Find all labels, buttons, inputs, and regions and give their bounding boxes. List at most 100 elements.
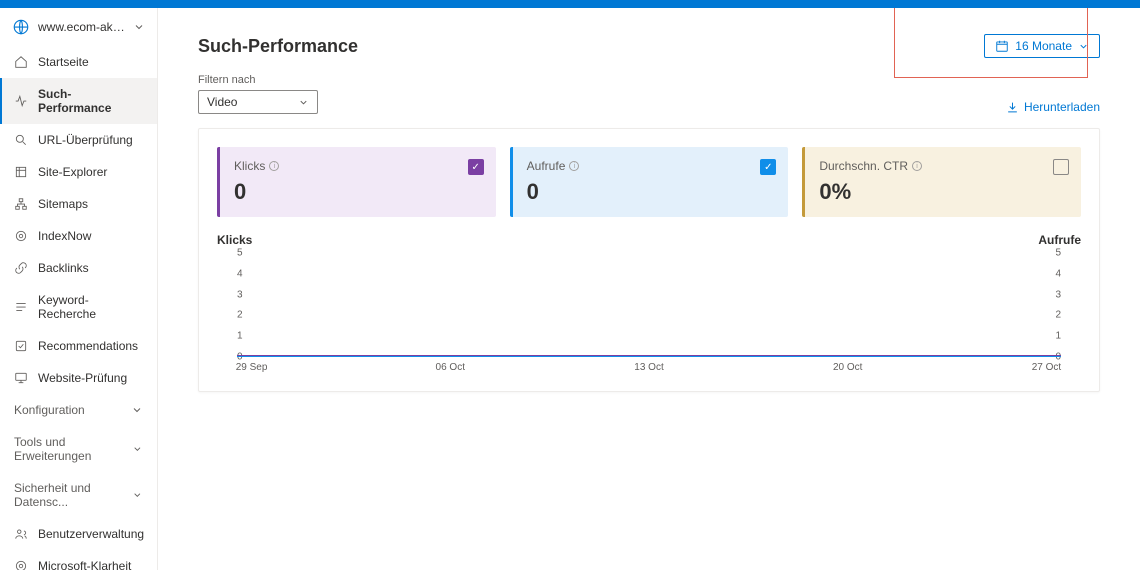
metric-label: Durchschn. CTR bbox=[819, 159, 908, 173]
chart-flatline bbox=[237, 355, 1061, 357]
sidebar-group-konfiguration[interactable]: Konfiguration bbox=[0, 394, 157, 426]
checkbox-checked-icon[interactable]: ✓ bbox=[468, 159, 484, 175]
metric-label: Aufrufe bbox=[527, 159, 566, 173]
x-tick: 06 Oct bbox=[436, 362, 465, 373]
topbar bbox=[0, 0, 1140, 8]
y-tick: 0 bbox=[237, 352, 243, 363]
sidebar-item-sitemaps[interactable]: Sitemaps bbox=[0, 188, 157, 220]
index-icon bbox=[14, 229, 28, 243]
globe-icon bbox=[12, 18, 30, 36]
metric-klicks[interactable]: Klicks i 0 ✓ bbox=[217, 147, 496, 217]
sidebar-item-keyword-recherche[interactable]: Keyword-Recherche bbox=[0, 284, 157, 330]
sidebar-item-website-pruefung[interactable]: Website-Prüfung bbox=[0, 362, 157, 394]
y-tick: 4 bbox=[1055, 268, 1061, 279]
sidebar-label: Microsoft-Klarheit bbox=[38, 559, 131, 570]
site-url: www.ecom-aktuell.de/ bbox=[38, 20, 125, 34]
clarity-icon bbox=[14, 559, 28, 570]
checkbox-unchecked-icon[interactable] bbox=[1053, 159, 1069, 175]
checkbox-checked-icon[interactable]: ✓ bbox=[760, 159, 776, 175]
filter-select[interactable]: Video bbox=[198, 90, 318, 114]
chart: Klicks Aufrufe 0 0 1 1 2 2 3 3 4 4 5 5 29 Sep 06 Oct… bbox=[217, 233, 1081, 373]
sidebar-label: Startseite bbox=[38, 55, 89, 69]
sidebar-label: Sitemaps bbox=[38, 197, 88, 211]
home-icon bbox=[14, 55, 28, 69]
sidebar-item-microsoft-klarheit[interactable]: Microsoft-Klarheit bbox=[0, 550, 157, 570]
sidebar-item-site-explorer[interactable]: Site-Explorer bbox=[0, 156, 157, 188]
search-icon bbox=[14, 133, 28, 147]
y-tick: 5 bbox=[237, 248, 243, 259]
chevron-down-icon bbox=[298, 97, 309, 108]
sidebar-item-startseite[interactable]: Startseite bbox=[0, 46, 157, 78]
sidebar-label: URL-Überprüfung bbox=[38, 133, 133, 147]
info-icon[interactable]: i bbox=[269, 161, 279, 171]
chevron-down-icon bbox=[131, 404, 143, 416]
chevron-down-icon bbox=[132, 443, 143, 455]
sidebar-group-sicherheit[interactable]: Sicherheit und Datensc... bbox=[0, 472, 157, 518]
x-tick: 27 Oct bbox=[1032, 362, 1061, 373]
main-content: Such-Performance 16 Monate Filtern nach … bbox=[158, 8, 1140, 570]
filter-value: Video bbox=[207, 95, 237, 109]
group-label: Konfiguration bbox=[14, 403, 85, 417]
site-selector[interactable]: www.ecom-aktuell.de/ bbox=[0, 8, 157, 46]
sidebar-item-indexnow[interactable]: IndexNow bbox=[0, 220, 157, 252]
performance-card: Klicks i 0 ✓ Aufrufe i 0 ✓ Durch bbox=[198, 128, 1100, 392]
layers-icon bbox=[14, 165, 28, 179]
sidebar-item-recommendations[interactable]: Recommendations bbox=[0, 330, 157, 362]
sidebar-label: Recommendations bbox=[38, 339, 138, 353]
y-tick: 2 bbox=[1055, 310, 1061, 321]
y-tick: 0 bbox=[1055, 352, 1061, 363]
y-tick: 1 bbox=[1055, 331, 1061, 342]
list-icon bbox=[14, 300, 28, 314]
sidebar-label: Benutzerverwaltung bbox=[38, 527, 144, 541]
sidebar-label: Website-Prüfung bbox=[38, 371, 127, 385]
download-icon bbox=[1006, 101, 1019, 114]
chevron-down-icon bbox=[132, 489, 143, 501]
sidebar-label: IndexNow bbox=[38, 229, 91, 243]
metric-aufrufe[interactable]: Aufrufe i 0 ✓ bbox=[510, 147, 789, 217]
chart-left-axis-label: Klicks bbox=[217, 233, 252, 247]
metric-label: Klicks bbox=[234, 159, 265, 173]
metric-value: 0 bbox=[527, 179, 775, 205]
sidebar-group-tools[interactable]: Tools und Erweiterungen bbox=[0, 426, 157, 472]
metric-value: 0 bbox=[234, 179, 482, 205]
sidebar-item-such-performance[interactable]: Such-Performance bbox=[0, 78, 157, 124]
info-icon[interactable]: i bbox=[912, 161, 922, 171]
calendar-icon bbox=[995, 39, 1009, 53]
sitemap-icon bbox=[14, 197, 28, 211]
sidebar-label: Backlinks bbox=[38, 261, 89, 275]
page-title: Such-Performance bbox=[198, 36, 358, 57]
x-tick: 29 Sep bbox=[236, 362, 268, 373]
metric-value: 0% bbox=[819, 179, 1067, 205]
link-icon bbox=[14, 261, 28, 275]
sidebar: www.ecom-aktuell.de/ Startseite Such-Per… bbox=[0, 8, 158, 570]
date-range-label: 16 Monate bbox=[1015, 39, 1072, 53]
metric-ctr[interactable]: Durchschn. CTR i 0% bbox=[802, 147, 1081, 217]
chevron-down-icon bbox=[1078, 41, 1089, 52]
group-label: Tools und Erweiterungen bbox=[14, 435, 132, 463]
y-tick: 4 bbox=[237, 268, 243, 279]
sidebar-label: Such-Performance bbox=[38, 87, 143, 115]
y-tick: 5 bbox=[1055, 248, 1061, 259]
group-label: Sicherheit und Datensc... bbox=[14, 481, 132, 509]
y-tick: 2 bbox=[237, 310, 243, 321]
info-icon[interactable]: i bbox=[569, 161, 579, 171]
date-range-button[interactable]: 16 Monate bbox=[984, 34, 1100, 58]
filter-label: Filtern nach bbox=[198, 74, 318, 86]
sidebar-item-backlinks[interactable]: Backlinks bbox=[0, 252, 157, 284]
pulse-icon bbox=[14, 94, 28, 108]
x-tick: 20 Oct bbox=[833, 362, 862, 373]
users-icon bbox=[14, 527, 28, 541]
sidebar-label: Keyword-Recherche bbox=[38, 293, 143, 321]
download-link[interactable]: Herunterladen bbox=[1006, 100, 1100, 114]
chart-right-axis-label: Aufrufe bbox=[1038, 233, 1081, 247]
sidebar-item-benutzerverwaltung[interactable]: Benutzerverwaltung bbox=[0, 518, 157, 550]
monitor-icon bbox=[14, 371, 28, 385]
badge-icon bbox=[14, 339, 28, 353]
y-tick: 3 bbox=[237, 289, 243, 300]
y-tick: 3 bbox=[1055, 289, 1061, 300]
sidebar-item-url-ueberpruefung[interactable]: URL-Überprüfung bbox=[0, 124, 157, 156]
x-tick: 13 Oct bbox=[634, 362, 663, 373]
y-tick: 1 bbox=[237, 331, 243, 342]
sidebar-label: Site-Explorer bbox=[38, 165, 107, 179]
download-label: Herunterladen bbox=[1024, 100, 1100, 114]
